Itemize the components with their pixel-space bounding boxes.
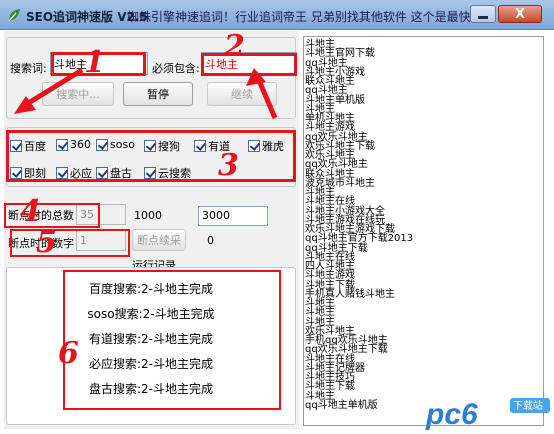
minimize-icon: [478, 15, 488, 19]
breakpoint-keyword-input[interactable]: 1: [76, 230, 126, 251]
engine-checkbox-jike[interactable]: 即刻: [10, 165, 46, 181]
engine-checkbox-sogou[interactable]: 搜狗: [144, 138, 180, 154]
breakpoint-total-label: 断点时的总数: [8, 209, 74, 222]
contains-label: 必须包含:: [152, 62, 200, 75]
checkbox-checked-icon: [144, 140, 156, 152]
checkbox-checked-icon: [10, 140, 22, 152]
breakpoint-resume-button[interactable]: 断点续采: [132, 229, 186, 251]
max-count-input[interactable]: 3000: [198, 206, 268, 226]
svg-text:下载站: 下载站: [513, 399, 543, 412]
search-group: [6, 37, 296, 119]
checkbox-checked-icon: [56, 138, 68, 151]
annotation-number-1: 1: [84, 45, 105, 80]
annotation-number-3: 3: [218, 148, 239, 183]
title-bar: SEO追词神速版 V2.5 蜘蛛引擎神速追词！行业追词帝王 兄弟别找其他软件 这…: [0, 0, 554, 30]
log-line: soso搜索:2-斗地主完成: [87, 307, 215, 321]
engine-checkbox-pangu[interactable]: 盘古: [96, 165, 132, 181]
progress-count: 0: [207, 234, 214, 247]
checkbox-checked-icon: [194, 140, 206, 152]
search-button[interactable]: 搜索中...: [42, 82, 114, 106]
pause-button[interactable]: 暂停: [123, 82, 193, 106]
svg-text:pc6: pc6: [425, 398, 478, 431]
run-log-box: 百度搜索:2-斗地主完成 soso搜索:2-斗地主完成 有道搜索:2-斗地主完成…: [6, 267, 296, 425]
engine-checkbox-yahoo[interactable]: 雅虎: [248, 138, 284, 154]
checkbox-checked-icon: [10, 167, 22, 179]
log-line: 有道搜索:2-斗地主完成: [88, 332, 213, 346]
close-icon: X: [514, 6, 526, 22]
log-line: 百度搜索:2-斗地主完成: [88, 282, 213, 296]
checkbox-checked-icon: [144, 167, 156, 179]
annotation-number-2: 2: [224, 29, 245, 64]
close-button[interactable]: X: [498, 5, 542, 23]
engine-checkbox-baidu[interactable]: 百度: [10, 138, 46, 154]
keyword-label: 搜索词:: [10, 62, 47, 75]
pc6-watermark-logo: pc6 下载站: [425, 398, 550, 431]
log-line: 盘古搜索:2-斗地主完成: [88, 382, 213, 396]
minimize-button[interactable]: [470, 5, 496, 23]
checkbox-checked-icon: [248, 140, 260, 152]
results-list[interactable]: 斗地主 斗地主官网下载 qq斗地主 斗地主小游戏 联众斗地主 qq斗地主 斗地主单机版 斗地主…: [303, 36, 544, 426]
resume-button[interactable]: 继续: [207, 82, 277, 106]
contains-input[interactable]: 斗地主: [201, 52, 297, 75]
annotation-number-4: 4: [20, 194, 41, 229]
annotation-number-6: 6: [58, 336, 79, 371]
checkbox-checked-icon: [96, 138, 108, 151]
min-count-value: 1000: [134, 209, 162, 222]
app-leaf-icon: [8, 9, 20, 22]
result-item[interactable]: qq斗地主单机版: [305, 400, 378, 411]
breakpoint-total-input[interactable]: 35: [76, 204, 126, 225]
checkbox-checked-icon: [56, 167, 68, 179]
log-line: 必应搜索:2-斗地主完成: [88, 357, 213, 371]
engine-checkbox-soso[interactable]: soso: [96, 138, 135, 151]
checkbox-checked-icon: [96, 167, 108, 179]
annotation-number-5: 5: [36, 225, 57, 260]
engine-checkbox-cloud[interactable]: 云搜索: [144, 165, 191, 181]
engine-checkbox-bing[interactable]: 必应: [56, 165, 92, 181]
app-slogan: 蜘蛛引擎神速追词！行业追词帝王 兄弟别找其他软件 这个是最快的: [127, 10, 483, 24]
engine-checkbox-360[interactable]: 360: [56, 138, 91, 151]
